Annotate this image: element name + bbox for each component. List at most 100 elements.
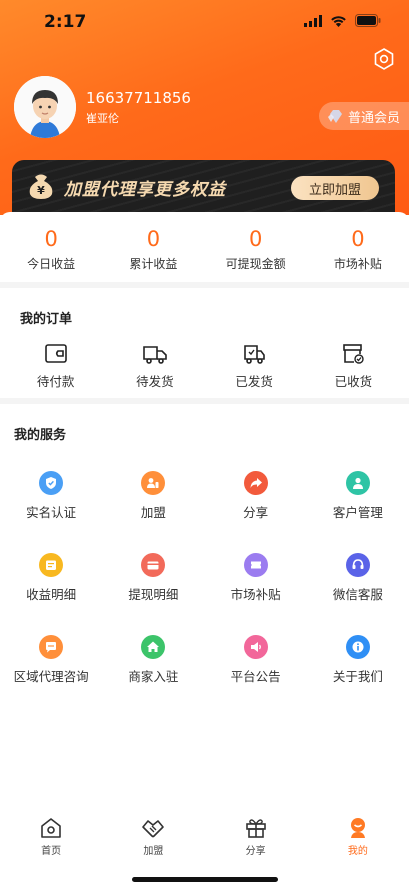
member-level: 普通会员 <box>348 110 401 126</box>
tab-label: 加盟 <box>143 846 164 857</box>
tab-label: 首页 <box>41 846 62 857</box>
service-merchant-onboarding[interactable]: 商家入驻 <box>102 632 204 714</box>
home-icon <box>141 635 166 659</box>
join-now-button[interactable]: 立即加盟 <box>291 176 379 200</box>
tab-label: 我的 <box>347 846 368 857</box>
stat-label: 累计收益 <box>129 257 178 271</box>
order-pending-shipment[interactable]: 待发货 <box>105 340 204 390</box>
info-icon <box>345 635 370 659</box>
status-time: 2:17 <box>44 12 87 32</box>
service-label: 微信客服 <box>332 587 383 602</box>
stat-label: 市场补贴 <box>333 257 382 271</box>
service-withdraw-details[interactable]: 提现明细 <box>102 550 204 632</box>
service-label: 实名认证 <box>26 505 77 520</box>
stat-value: 0 <box>146 227 161 251</box>
service-label: 客户管理 <box>332 505 383 520</box>
chat-icon <box>39 635 64 659</box>
order-label: 已发货 <box>235 374 273 389</box>
banner-text: 加盟代理享更多权益 <box>64 180 226 200</box>
service-label: 区域代理咨询 <box>13 669 89 684</box>
svg-text:¥: ¥ <box>37 184 45 197</box>
stat-value: 0 <box>44 227 58 251</box>
money-bag-icon: ¥ <box>29 174 53 199</box>
stat-value: 0 <box>248 227 263 251</box>
share-icon <box>243 471 268 495</box>
user-name: 崔亚伦 <box>86 112 119 125</box>
service-label: 平台公告 <box>230 669 281 684</box>
order-label: 待发货 <box>136 374 174 389</box>
service-customer-management[interactable]: 客户管理 <box>307 468 409 550</box>
service-label: 商家入驻 <box>128 669 179 684</box>
battery-icon <box>355 14 381 27</box>
service-income-details[interactable]: 收益明细 <box>0 550 102 632</box>
service-label: 分享 <box>243 505 269 520</box>
gift-icon <box>245 819 266 838</box>
avatar[interactable] <box>14 76 76 138</box>
customer-icon <box>345 471 370 495</box>
tab-join[interactable]: 加盟 <box>102 810 204 860</box>
status-icons <box>304 14 381 27</box>
shipped-truck-icon <box>244 345 265 364</box>
order-label: 待付款 <box>36 374 75 389</box>
stat-label: 可提现金额 <box>225 257 286 271</box>
order-status-row: 待付款 待发货 已发货 已收货 <box>6 340 403 390</box>
service-market-subsidy[interactable]: 市场补贴 <box>205 550 307 632</box>
order-received[interactable]: 已收货 <box>304 340 403 390</box>
user-phone: 16637711856 <box>86 89 191 107</box>
settings-icon[interactable] <box>371 46 397 72</box>
bottom-tab-bar: 首页 加盟 分享 我的 <box>0 810 409 860</box>
orders-title: 我的订单 <box>20 312 73 327</box>
truck-icon <box>143 346 167 364</box>
subsidy-icon <box>243 553 268 577</box>
service-label: 市场补贴 <box>230 587 281 602</box>
service-real-name-verify[interactable]: 实名认证 <box>0 468 102 550</box>
tab-share[interactable]: 分享 <box>205 810 307 860</box>
tab-mine[interactable]: 我的 <box>307 810 409 860</box>
section-divider <box>0 398 409 404</box>
service-platform-announcement[interactable]: 平台公告 <box>205 632 307 714</box>
earnings-stats: 0 今日收益 0 累计收益 0 可提现金额 0 市场补贴 <box>0 212 409 284</box>
service-label: 提现明细 <box>128 587 179 602</box>
tab-label: 分享 <box>245 846 266 857</box>
withdraw-icon <box>141 553 166 577</box>
profile-tab-icon <box>350 818 365 838</box>
stat-today-earnings[interactable]: 0 今日收益 <box>0 212 102 284</box>
join-icon <box>141 471 166 495</box>
join-banner[interactable]: ¥ 加盟代理享更多权益 立即加盟 <box>12 160 395 212</box>
service-label: 关于我们 <box>332 669 383 684</box>
received-box-icon <box>343 344 365 364</box>
home-tab-icon <box>41 818 61 838</box>
tab-home[interactable]: 首页 <box>0 810 102 860</box>
services-grid: 实名认证 加盟 分享 客户管理 收益明细 提现明细 市场补贴 微信客服 区域代理… <box>0 468 409 714</box>
order-shipped[interactable]: 已发货 <box>205 340 304 390</box>
member-diamond-icon <box>328 110 342 123</box>
wifi-icon <box>331 15 346 27</box>
service-join[interactable]: 加盟 <box>102 468 204 550</box>
stat-total-earnings[interactable]: 0 累计收益 <box>102 212 204 284</box>
service-about-us[interactable]: 关于我们 <box>307 632 409 714</box>
stat-label: 今日收益 <box>27 257 76 271</box>
profile-header: 2:17 16637711856 崔亚伦 普通会员 ¥ 加盟代理享更多权益 立即… <box>0 0 409 215</box>
service-label: 加盟 <box>140 505 166 520</box>
status-bar: 2:17 <box>0 0 409 44</box>
service-label: 收益明细 <box>26 587 77 602</box>
home-indicator <box>132 877 278 882</box>
speaker-icon <box>243 635 268 659</box>
section-divider <box>0 282 409 288</box>
order-pending-payment[interactable]: 待付款 <box>6 340 105 390</box>
avatar-illustration <box>14 76 76 138</box>
stat-market-subsidy[interactable]: 0 市场补贴 <box>307 212 409 284</box>
handshake-icon <box>142 820 165 838</box>
stat-withdrawable[interactable]: 0 可提现金额 <box>205 212 307 284</box>
verify-icon <box>39 471 64 495</box>
service-regional-agent-consult[interactable]: 区域代理咨询 <box>0 632 102 714</box>
wallet-icon <box>44 344 67 363</box>
income-icon <box>39 553 64 577</box>
signal-icon <box>304 14 322 27</box>
service-wechat-support[interactable]: 微信客服 <box>307 550 409 632</box>
services-title: 我的服务 <box>14 428 67 443</box>
order-label: 已收货 <box>334 374 373 389</box>
service-share[interactable]: 分享 <box>205 468 307 550</box>
headset-icon <box>345 553 370 577</box>
member-badge[interactable]: 普通会员 <box>319 102 409 130</box>
